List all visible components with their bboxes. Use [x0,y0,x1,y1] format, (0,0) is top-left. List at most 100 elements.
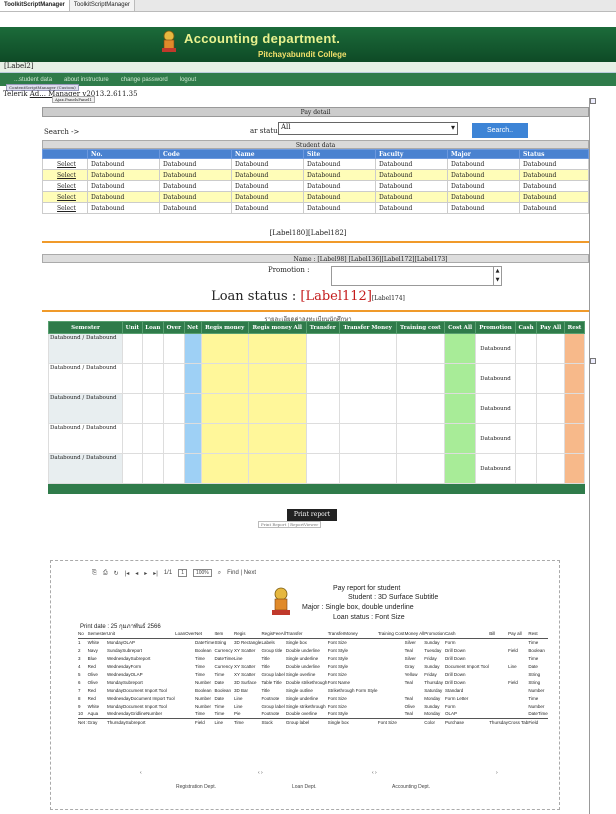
report-cell: Time [528,639,539,645]
first-page-icon[interactable]: |◂ [125,570,130,577]
report-row: 5 Olive WednesdayOLAP Time Time XY Scatter Gro… [78,670,548,678]
report-cell: Time [195,671,205,677]
report-cell: Single box [285,639,307,645]
table-row: Select Databound Databound Databound Dat… [42,169,589,181]
report-cell: String [214,639,227,645]
select-link[interactable]: Select [42,191,88,203]
tab-toolkit-script-manager-2[interactable]: ToolkitScriptManager [69,0,135,11]
report-net-cell: Single box [327,717,378,726]
report-cell: XY Scatter [233,671,256,677]
report-cell: MondayDocument Import Tool [106,703,167,709]
promotion-cell: Databound [475,393,516,424]
report-cell: Teal [404,695,413,701]
col-no: No [78,630,88,639]
header-banner: Accounting department. Pitchayabundit Co… [0,27,616,62]
report-cell: Double underline [285,647,320,653]
menu-about-instructure[interactable]: about instructure [64,77,109,83]
report-cell: Teal [404,679,413,685]
report-cell: Double underline [285,663,320,669]
cell: Databound [447,202,520,214]
report-cell: Tuesday [424,647,442,653]
col-transfer-money: TransferMoney [327,630,378,639]
last-page-icon[interactable]: ▸| [153,570,158,577]
report-cell [175,646,185,654]
promotion-cell: Databound [475,423,516,454]
report-cell: Sunday [424,639,440,645]
search-button[interactable]: Search.. [472,123,528,138]
page-input[interactable]: 1 [178,569,187,577]
select-link[interactable]: Select [42,180,88,192]
report-cell: Friday [424,655,437,661]
report-loan: Loan status : Font Size [333,614,405,621]
menu-change-password[interactable]: change password [121,77,168,83]
menu-logout[interactable]: logout [180,77,196,83]
search-icon[interactable]: ⌕ [218,570,221,577]
col-item: Item [214,630,234,639]
report-cell [489,694,508,702]
student-labels: [Label180][Label182] [269,229,347,237]
tab-toolkit-script-manager-1[interactable]: ToolkitScriptManager [0,0,70,11]
col-training-cost: Training Cost [377,630,405,639]
col-regis-money: Regis money [200,321,249,334]
semester-cell: Databound / Databound [47,453,124,484]
cell: Databound [447,169,520,181]
report-cell [489,646,508,654]
report-cell: Time [528,655,539,661]
nav-left-icon[interactable]: ‹ [140,770,142,776]
cell: Databound [159,202,232,214]
print-report-button[interactable]: Print report [287,509,337,521]
semester-cell: Databound / Databound [47,333,124,364]
report-cell: DateTime [214,655,234,661]
report-cell: Number [195,679,212,685]
col-faculty: Faculty [375,149,448,159]
nav-right-icon[interactable]: › [496,770,498,776]
select-link[interactable]: Select [42,169,88,181]
report-cell: Font Size [327,695,347,701]
nav-mid-right-icon[interactable]: ‹ › [372,770,377,776]
report-cell [175,686,185,694]
report-cell: Strikethrough Form Style [327,687,378,693]
report-toolbar: ⎘ ⎙ ↻ |◂ ◂ ▸ ▸| 1/1 1 100% ⌕ Find | Next [92,568,392,578]
report-cell: 6 [78,679,81,685]
prev-page-icon[interactable]: ◂ [135,570,138,577]
col-over: Over [163,321,185,334]
label2-row: [Label2] [0,62,616,73]
cell: Databound [447,158,520,170]
select-link[interactable]: Select [42,158,88,170]
report-cell: Boolean [528,647,545,653]
scroll-marker-mid[interactable] [590,358,596,364]
report-cell: White [87,639,100,645]
report-cell: Yellow [404,671,418,677]
col-status: Status [519,149,589,159]
print-icon[interactable]: ⎙ [103,570,108,577]
select-link[interactable]: Select [42,202,88,214]
name-row: Name : [Label98] [Label136][Label172][La… [42,254,589,263]
ajax-panel-tag: Ajax.PanelsPanel1 [52,96,95,103]
promotion-listbox[interactable]: ▲ ▼ [331,266,502,286]
report-cell: Double overline [285,711,318,717]
menu-student-data[interactable]: ...student data [14,77,52,83]
report-cell: 5 [78,671,81,677]
report-cell: Number [195,703,212,709]
zoom-select[interactable]: 100% [192,569,212,577]
report-cell: Silver [404,655,416,661]
next-page-icon[interactable]: ▸ [144,570,147,577]
col-cash: Cash [444,630,490,639]
status-dropdown[interactable]: All [278,122,458,135]
refresh-icon[interactable]: ↻ [114,570,119,577]
report-cell: Olive [87,679,98,685]
cell: Databound [159,169,232,181]
export-icon[interactable]: ⎘ [92,570,97,577]
cell: Databound [303,202,376,214]
listbox-scroll[interactable]: ▲ ▼ [493,267,501,285]
find-next-label[interactable]: Find | Next [227,570,256,576]
col-cost-all: Cost All [444,321,477,334]
nav-mid-left-icon[interactable]: ‹ › [258,770,263,776]
report-cell [489,662,508,670]
cell: Databound [303,158,376,170]
report-cell: Line [508,663,517,669]
scroll-marker-top[interactable] [590,98,596,104]
report-cell: XY Scatter [233,647,256,653]
report-cell: Font Style [327,647,348,653]
table-row: Databound / Databound Databound [47,393,585,424]
